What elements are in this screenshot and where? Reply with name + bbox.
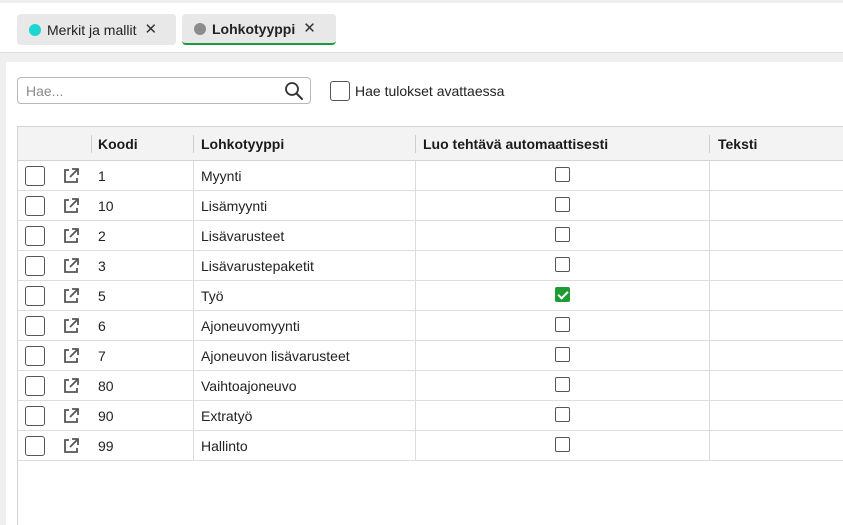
row-select-checkbox[interactable] — [25, 316, 45, 336]
row-block-type: Työ — [201, 288, 224, 304]
row-select-checkbox[interactable] — [25, 256, 45, 276]
open-on-load-checkbox[interactable] — [330, 81, 350, 101]
row-code: 99 — [98, 438, 114, 454]
row-block-type: Extratyö — [201, 408, 253, 424]
row-select-checkbox[interactable] — [25, 376, 45, 396]
open-external-icon[interactable] — [61, 226, 81, 246]
open-external-icon[interactable] — [61, 316, 81, 336]
open-external-icon[interactable] — [61, 256, 81, 276]
table-row[interactable]: 90 Extratyö — [18, 401, 843, 431]
main-panel: Hae tulokset avattaessa Koodi Lohkotyypp… — [6, 62, 843, 525]
row-block-type: Lisävarustepaketit — [201, 258, 314, 274]
table-row[interactable]: 3 Lisävarustepaketit — [18, 251, 843, 281]
open-external-icon[interactable] — [61, 346, 81, 366]
row-code: 6 — [98, 318, 106, 334]
row-code: 2 — [98, 228, 106, 244]
row-code: 80 — [98, 378, 114, 394]
auto-task-checkbox[interactable] — [555, 167, 570, 182]
auto-task-checkbox[interactable] — [555, 437, 570, 452]
table-header: Koodi Lohkotyyppi Luo tehtävä automaatti… — [18, 127, 843, 161]
tab-merkit-ja-mallit[interactable]: Merkit ja mallit ✕ — [17, 14, 176, 45]
table-row[interactable]: 6 Ajoneuvomyynti — [18, 311, 843, 341]
data-table: Koodi Lohkotyyppi Luo tehtävä automaatti… — [17, 126, 843, 525]
column-header-koodi[interactable]: Koodi — [98, 127, 138, 160]
tab-bar: Merkit ja mallit ✕ Lohkotyyppi ✕ — [0, 3, 843, 53]
auto-task-checkbox[interactable] — [555, 287, 570, 302]
row-block-type: Lisämyynti — [201, 198, 268, 214]
row-select-checkbox[interactable] — [25, 226, 45, 246]
open-external-icon[interactable] — [61, 286, 81, 306]
table-row[interactable]: 5 Työ — [18, 281, 843, 311]
search-box — [17, 77, 311, 104]
row-select-checkbox[interactable] — [25, 406, 45, 426]
row-block-type: Lisävarusteet — [201, 228, 285, 244]
close-icon[interactable]: ✕ — [303, 21, 316, 36]
close-icon[interactable]: ✕ — [144, 22, 157, 37]
row-select-checkbox[interactable] — [25, 286, 45, 306]
row-code: 5 — [98, 288, 106, 304]
row-block-type: Ajoneuvon lisävarusteet — [201, 348, 350, 364]
open-external-icon[interactable] — [61, 406, 81, 426]
row-select-checkbox[interactable] — [25, 196, 45, 216]
auto-task-checkbox[interactable] — [555, 257, 570, 272]
row-select-checkbox[interactable] — [25, 436, 45, 456]
open-external-icon[interactable] — [61, 166, 81, 186]
table-row[interactable]: 10 Lisämyynti — [18, 191, 843, 221]
search-icon[interactable] — [284, 81, 304, 101]
open-external-icon[interactable] — [61, 436, 81, 456]
row-code: 7 — [98, 348, 106, 364]
row-code: 3 — [98, 258, 106, 274]
row-block-type: Myynti — [201, 168, 242, 184]
table-row[interactable]: 1 Myynti — [18, 161, 843, 191]
row-code: 1 — [98, 168, 106, 184]
tab-label: Merkit ja mallit — [47, 21, 137, 38]
column-header-teksti[interactable]: Teksti — [718, 127, 757, 160]
column-header-lohkotyyppi[interactable]: Lohkotyyppi — [201, 127, 284, 160]
status-dot-icon — [29, 23, 41, 36]
search-input[interactable] — [18, 78, 280, 103]
row-select-checkbox[interactable] — [25, 166, 45, 186]
row-select-checkbox[interactable] — [25, 346, 45, 366]
tab-lohkotyyppi[interactable]: Lohkotyyppi ✕ — [182, 14, 336, 45]
tab-label: Lohkotyyppi — [212, 20, 296, 37]
open-on-load-label: Hae tulokset avattaessa — [355, 83, 505, 99]
row-block-type: Hallinto — [201, 438, 248, 454]
auto-task-checkbox[interactable] — [555, 377, 570, 392]
row-block-type: Vaihtoajoneuvo — [201, 378, 297, 394]
status-dot-icon — [194, 22, 206, 35]
auto-task-checkbox[interactable] — [555, 227, 570, 242]
table-row[interactable]: 80 Vaihtoajoneuvo — [18, 371, 843, 401]
auto-task-checkbox[interactable] — [555, 317, 570, 332]
table-row[interactable]: 7 Ajoneuvon lisävarusteet — [18, 341, 843, 371]
table-row[interactable]: 99 Hallinto — [18, 431, 843, 461]
auto-task-checkbox[interactable] — [555, 407, 570, 422]
row-code: 10 — [98, 198, 114, 214]
table-row[interactable]: 2 Lisävarusteet — [18, 221, 843, 251]
column-header-auto-task[interactable]: Luo tehtävä automaattisesti — [423, 127, 608, 160]
open-external-icon[interactable] — [61, 376, 81, 396]
auto-task-checkbox[interactable] — [555, 347, 570, 362]
auto-task-checkbox[interactable] — [555, 197, 570, 212]
open-external-icon[interactable] — [61, 196, 81, 216]
row-code: 90 — [98, 408, 114, 424]
row-block-type: Ajoneuvomyynti — [201, 318, 300, 334]
